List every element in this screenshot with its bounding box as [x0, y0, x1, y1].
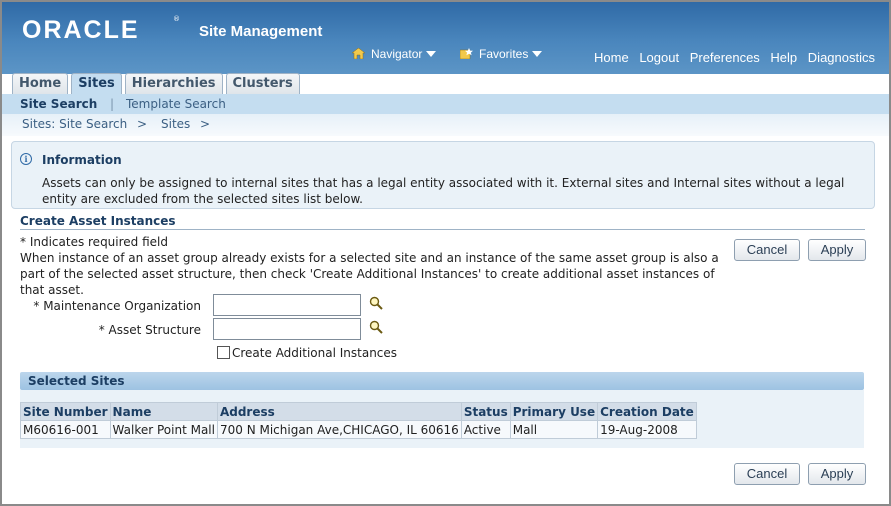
information-title: Information: [42, 153, 122, 167]
create-additional-instances-checkbox[interactable]: [217, 346, 230, 359]
main-tabs: Home Sites Hierarchies Clusters: [12, 73, 303, 95]
instructions-text: When instance of an asset group already …: [20, 251, 719, 297]
oracle-logo: ORACLE: [22, 16, 140, 44]
cell-creation-date: 19-Aug-2008: [597, 420, 697, 439]
table-row: M60616-001 Walker Point Mall 700 N Michi…: [20, 420, 697, 439]
maintenance-organization-input[interactable]: [213, 294, 361, 316]
diagnostics-link[interactable]: Diagnostics: [808, 50, 875, 65]
cancel-button[interactable]: Cancel: [734, 463, 800, 485]
subtab-separator: |: [110, 97, 115, 111]
logo-registered-mark: ®: [173, 15, 180, 23]
cell-name: Walker Point Mall: [109, 420, 218, 439]
tab-home[interactable]: Home: [12, 73, 69, 94]
selected-sites-header: Selected Sites: [20, 372, 864, 390]
navigator-menu[interactable]: Navigator: [352, 47, 437, 61]
search-icon[interactable]: [369, 296, 383, 310]
column-name: Name: [109, 402, 218, 421]
chevron-down-icon: [532, 51, 543, 57]
home-icon: [352, 48, 365, 59]
help-link[interactable]: Help: [770, 50, 797, 65]
information-message: Assets can only be assigned to internal …: [42, 176, 845, 206]
cell-address: 700 N Michigan Ave,CHICAGO, IL 60616: [216, 420, 462, 439]
home-link[interactable]: Home: [594, 50, 629, 65]
apply-button[interactable]: Apply: [808, 239, 866, 261]
app-window: ORACLE ® Site Management Navigator Favor…: [0, 0, 891, 506]
cancel-button[interactable]: Cancel: [734, 239, 800, 261]
asset-structure-input[interactable]: [213, 318, 361, 340]
breadcrumb-sites[interactable]: Sites: [161, 114, 190, 134]
favorites-icon: [460, 48, 473, 59]
section-title: Create Asset Instances: [20, 214, 865, 230]
favorites-menu[interactable]: Favorites: [460, 47, 543, 61]
table-header-row: Site Number Name Address Status Primary …: [20, 402, 697, 421]
tab-clusters[interactable]: Clusters: [225, 73, 300, 94]
maintenance-organization-label: * Maintenance Organization: [33, 299, 201, 313]
search-icon[interactable]: [369, 320, 383, 334]
app-header: ORACLE ® Site Management Navigator Favor…: [2, 2, 889, 74]
required-field-note: * Indicates required field: [20, 235, 169, 249]
subtab-bar: Site Search | Template Search: [2, 94, 889, 114]
breadcrumb-separator: >: [137, 117, 148, 131]
column-status: Status: [460, 402, 511, 421]
tab-hierarchies[interactable]: Hierarchies: [124, 73, 223, 94]
breadcrumb: Sites: Site Search > Sites >: [2, 114, 889, 136]
cell-status: Active: [460, 420, 511, 439]
logout-link[interactable]: Logout: [639, 50, 679, 65]
breadcrumb-site-search[interactable]: Sites: Site Search: [22, 114, 127, 134]
column-address: Address: [216, 402, 462, 421]
info-icon: i: [20, 153, 32, 165]
subtab-template-search[interactable]: Template Search: [126, 94, 226, 114]
selected-sites-table: Site Number Name Address Status Primary …: [20, 402, 697, 439]
navigator-label: Navigator: [371, 47, 423, 61]
selected-sites-title: Selected Sites: [28, 374, 125, 388]
create-additional-instances-label: Create Additional Instances: [232, 346, 398, 360]
column-creation-date: Creation Date: [597, 402, 697, 421]
global-links: Home Logout Preferences Help Diagnostics: [587, 50, 875, 65]
cell-primary-use: Mall: [509, 420, 599, 439]
asset-structure-label: * Asset Structure: [98, 323, 201, 337]
app-title: Site Management: [199, 23, 323, 40]
chevron-down-icon: [426, 51, 437, 57]
tab-sites[interactable]: Sites: [71, 73, 122, 95]
apply-button[interactable]: Apply: [808, 463, 866, 485]
favorites-label: Favorites: [479, 47, 529, 61]
column-site-number: Site Number: [20, 402, 111, 421]
information-box: i Information Assets can only be assigne…: [11, 141, 875, 209]
cell-site-number: M60616-001: [20, 420, 111, 439]
breadcrumb-separator: >: [200, 117, 211, 131]
subtab-site-search[interactable]: Site Search: [20, 94, 97, 114]
column-primary-use: Primary Use: [509, 402, 599, 421]
preferences-link[interactable]: Preferences: [690, 50, 760, 65]
